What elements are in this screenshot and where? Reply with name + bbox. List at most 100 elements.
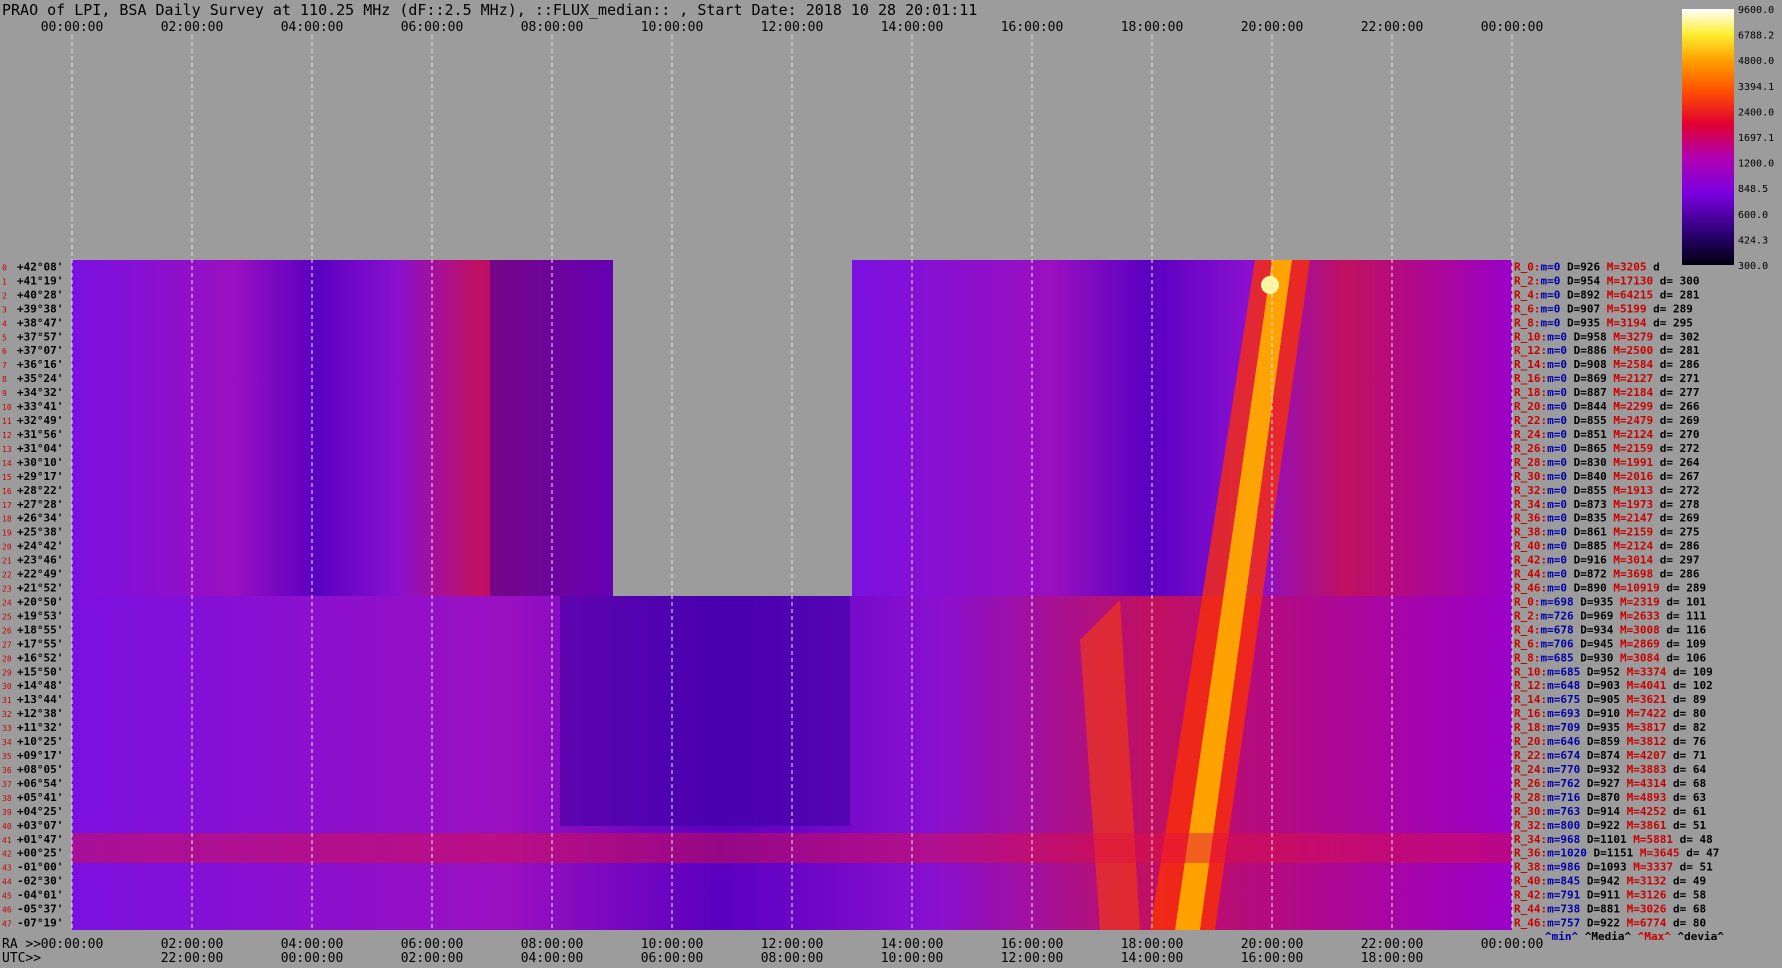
beam-stat-value: d= 61 xyxy=(1666,805,1706,818)
declination-label: +42°08' xyxy=(17,260,63,273)
x-bottom-utc-tick-label: 00:00:00 xyxy=(281,951,344,966)
beam-stat-value: M=3279 xyxy=(1607,330,1653,343)
x-top-tick-label: 14:00:00 xyxy=(881,20,944,35)
beam-stat-value: m=0 xyxy=(1547,330,1567,343)
beam-index-label: 34 xyxy=(2,738,12,747)
beam-stat-value: M=3026 xyxy=(1620,903,1667,916)
beam-stat-value: d= 63 xyxy=(1666,791,1706,804)
beam-stat-value: R_8: xyxy=(1514,651,1541,664)
beam-stat-value: R_16: xyxy=(1514,372,1547,385)
beam-stat-value: R_20: xyxy=(1514,400,1547,413)
beam-stat-value: m=800 xyxy=(1547,819,1580,832)
declination-label: +04°25' xyxy=(17,805,63,818)
beam-stat-value: R_32: xyxy=(1514,819,1547,832)
beam-stat-value: M=2127 xyxy=(1607,372,1653,385)
colorbar-tick-label: 300.0 xyxy=(1738,261,1768,272)
declination-label: +29°17' xyxy=(17,470,63,483)
beam-stat-value: M=2500 xyxy=(1607,344,1653,357)
beam-stat-value: D=840 xyxy=(1567,470,1607,483)
beam-stat-value: m=0 xyxy=(1547,358,1567,371)
stats-legend: ^min^ ^Media^ ^Max^ ^devia^ xyxy=(1545,930,1724,943)
beam-index-label: 5 xyxy=(2,333,7,342)
beam-stat-value: R_10: xyxy=(1514,665,1547,678)
declination-label: +26°34' xyxy=(17,512,63,525)
declination-label: +32°49' xyxy=(17,414,63,427)
beam-stat-value: D=865 xyxy=(1567,442,1607,455)
x-top-tick-label: 08:00:00 xyxy=(521,20,584,35)
beam-stat-value: M=7422 xyxy=(1620,707,1666,720)
ra-axis-label: RA >> xyxy=(2,937,41,952)
beam-stat-value: R_36: xyxy=(1514,512,1547,525)
beam-stat-value: d= 295 xyxy=(1646,316,1692,329)
x-bottom-ra-tick-label: 06:00:00 xyxy=(401,937,464,952)
beam-stat-value: R_6: xyxy=(1514,637,1541,650)
beam-stat-value: M=1973 xyxy=(1607,498,1653,511)
beam-stat-value: d= 80 xyxy=(1666,707,1706,720)
beam-stat-value: R_24: xyxy=(1514,763,1547,776)
beam-stat-value: d= 51 xyxy=(1673,861,1713,874)
beam-stat-value: m=648 xyxy=(1547,679,1580,692)
beam-stat-value: M=1991 xyxy=(1607,456,1654,469)
beam-stat-value: m=762 xyxy=(1547,777,1580,790)
beam-stat-value: D=859 xyxy=(1580,735,1620,748)
beam-stat-value: m=0 xyxy=(1547,470,1567,483)
beam-index-label: 24 xyxy=(2,598,12,607)
beam-stat-value: m=0 xyxy=(1541,316,1561,329)
beam-stat-value: R_24: xyxy=(1514,428,1547,441)
beam-stat-value: m=0 xyxy=(1547,372,1567,385)
beam-stat-value: m=685 xyxy=(1547,665,1580,678)
beam-stats-row: R_20:m=0 D=844 M=2299 d= 266 xyxy=(1514,400,1700,413)
beam-stat-value: R_32: xyxy=(1514,484,1547,497)
beam-stats-row: R_20:m=646 D=859 M=3812 d= 76 xyxy=(1514,735,1706,748)
beam-stats-row: R_0:m=698 D=935 M=2319 d= 101 xyxy=(1514,595,1706,608)
beam-stats-row: R_40:m=0 D=885 M=2124 d= 286 xyxy=(1514,540,1700,553)
beam-stat-value: R_42: xyxy=(1514,889,1547,902)
colorbar-tick-label: 4800.0 xyxy=(1738,56,1774,67)
beam-stats-row: R_38:m=0 D=861 M=2159 d= 275 xyxy=(1514,526,1699,539)
x-top-tick-label: 18:00:00 xyxy=(1121,20,1184,35)
declination-label: +31°04' xyxy=(17,442,63,455)
beam-stats-row: R_22:m=0 D=855 M=2479 d= 269 xyxy=(1514,414,1699,427)
beam-stat-value: D=911 xyxy=(1580,889,1620,902)
beam-stat-value: R_26: xyxy=(1514,442,1547,455)
stats-legend-item: ^min^ xyxy=(1545,930,1578,943)
beam-stat-value: R_12: xyxy=(1514,344,1547,357)
beam-stats-row: R_28:m=716 D=870 M=4893 d= 63 xyxy=(1514,791,1706,804)
beam-stat-value: d= 286 xyxy=(1653,540,1700,553)
beam-index-label: 23 xyxy=(2,585,12,594)
declination-label: +05°41' xyxy=(17,791,63,804)
beam-stat-value: D=890 xyxy=(1567,582,1607,595)
beam-stat-value: M=4207 xyxy=(1620,749,1666,762)
beam-stats-row: R_38:m=986 D=1093 M=3337 d= 51 xyxy=(1514,861,1713,874)
beam-stat-value: M=2016 xyxy=(1607,470,1654,483)
declination-label: +25°38' xyxy=(17,526,63,539)
declination-label: +10°25' xyxy=(17,735,63,748)
beam-stat-value: R_44: xyxy=(1514,568,1547,581)
beam-index-label: 18 xyxy=(2,515,12,524)
beam-stat-value: m=698 xyxy=(1541,595,1574,608)
beam-stat-value: M=3883 xyxy=(1620,763,1666,776)
beam-index-label: 46 xyxy=(2,906,12,915)
x-top-tick-label: 22:00:00 xyxy=(1361,20,1424,35)
beam-stat-value: R_36: xyxy=(1514,847,1547,860)
beam-index-label: 26 xyxy=(2,626,12,635)
beam-stats-row: R_24:m=770 D=932 M=3883 d= 64 xyxy=(1514,763,1706,776)
beam-index-label: 17 xyxy=(2,501,12,510)
beam-stat-value: d= 89 xyxy=(1666,693,1706,706)
declination-label: +35°24' xyxy=(17,372,63,385)
beam-stat-value: m=674 xyxy=(1547,749,1580,762)
beam-stat-value: d= 267 xyxy=(1653,470,1699,483)
declination-label: +22°49' xyxy=(17,568,63,581)
beam-index-label: 42 xyxy=(2,850,12,859)
beam-stat-value: M=3812 xyxy=(1620,735,1666,748)
x-bottom-utc-tick-label: 16:00:00 xyxy=(1241,951,1304,966)
beam-stat-value: R_26: xyxy=(1514,777,1547,790)
beam-stat-value: D=916 xyxy=(1567,554,1607,567)
beam-stat-value: D=935 xyxy=(1580,721,1620,734)
survey-window: PRAO of LPI, BSA Daily Survey at 110.25 … xyxy=(0,0,1782,968)
beam-stat-value: M=3194 xyxy=(1600,316,1647,329)
beam-stat-value: d= 272 xyxy=(1653,484,1699,497)
beam-stat-value: d= 48 xyxy=(1673,833,1713,846)
beam-stat-value: M=2479 xyxy=(1607,414,1653,427)
beam-stat-value: R_38: xyxy=(1514,526,1547,539)
